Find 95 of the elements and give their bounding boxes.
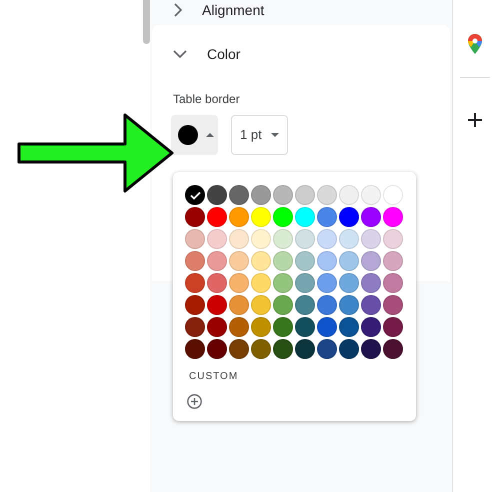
color-swatch[interactable] bbox=[185, 317, 205, 337]
color-swatch[interactable] bbox=[229, 185, 249, 205]
color-swatch[interactable] bbox=[339, 207, 359, 227]
color-swatch[interactable] bbox=[339, 273, 359, 293]
map-pin-icon[interactable] bbox=[468, 34, 482, 54]
field-label: Table border bbox=[173, 92, 241, 106]
color-swatch[interactable] bbox=[229, 339, 249, 359]
color-swatch[interactable] bbox=[317, 229, 337, 249]
color-swatch[interactable] bbox=[295, 185, 315, 205]
color-swatch[interactable] bbox=[361, 229, 381, 249]
color-swatch[interactable] bbox=[383, 273, 403, 293]
color-swatch[interactable] bbox=[207, 229, 227, 249]
color-swatch[interactable] bbox=[185, 207, 205, 227]
color-swatch[interactable] bbox=[273, 207, 293, 227]
section-title[interactable]: Alignment bbox=[202, 2, 264, 18]
color-swatch[interactable] bbox=[251, 317, 271, 337]
color-swatch[interactable] bbox=[229, 317, 249, 337]
color-swatch[interactable] bbox=[295, 229, 315, 249]
color-swatch[interactable] bbox=[185, 251, 205, 271]
color-swatch[interactable] bbox=[295, 251, 315, 271]
color-swatch[interactable] bbox=[207, 273, 227, 293]
color-swatch[interactable] bbox=[273, 251, 293, 271]
color-swatch[interactable] bbox=[383, 207, 403, 227]
color-swatch[interactable] bbox=[185, 295, 205, 315]
color-swatch[interactable] bbox=[383, 251, 403, 271]
color-swatch[interactable] bbox=[273, 185, 293, 205]
color-swatch[interactable] bbox=[361, 207, 381, 227]
color-swatch[interactable] bbox=[229, 295, 249, 315]
color-swatch[interactable] bbox=[339, 229, 359, 249]
color-swatch[interactable] bbox=[185, 339, 205, 359]
color-swatch[interactable] bbox=[361, 339, 381, 359]
color-swatch[interactable] bbox=[383, 339, 403, 359]
color-swatch[interactable] bbox=[273, 273, 293, 293]
color-swatch[interactable] bbox=[207, 207, 227, 227]
color-swatch[interactable] bbox=[295, 207, 315, 227]
color-swatch[interactable] bbox=[339, 251, 359, 271]
color-swatch[interactable] bbox=[251, 339, 271, 359]
color-swatch[interactable] bbox=[185, 185, 205, 205]
color-swatch[interactable] bbox=[361, 185, 381, 205]
caret-up-icon bbox=[206, 133, 214, 137]
color-swatch[interactable] bbox=[317, 339, 337, 359]
color-swatch[interactable] bbox=[339, 317, 359, 337]
color-swatch[interactable] bbox=[251, 185, 271, 205]
color-swatch[interactable] bbox=[317, 207, 337, 227]
scrollbar-thumb[interactable] bbox=[143, 0, 150, 44]
color-swatch[interactable] bbox=[185, 229, 205, 249]
color-swatch[interactable] bbox=[361, 295, 381, 315]
color-swatch[interactable] bbox=[295, 273, 315, 293]
color-swatch[interactable] bbox=[361, 317, 381, 337]
color-swatch[interactable] bbox=[317, 295, 337, 315]
color-swatch[interactable] bbox=[207, 295, 227, 315]
color-swatch[interactable] bbox=[383, 229, 403, 249]
color-swatch[interactable] bbox=[251, 251, 271, 271]
color-swatch[interactable] bbox=[229, 229, 249, 249]
color-swatch[interactable] bbox=[229, 251, 249, 271]
color-swatch[interactable] bbox=[207, 185, 227, 205]
color-swatch[interactable] bbox=[383, 295, 403, 315]
plus-icon[interactable] bbox=[468, 113, 482, 127]
add-custom-color-icon[interactable] bbox=[187, 394, 202, 409]
caret-down-icon bbox=[270, 133, 279, 137]
color-swatch[interactable] bbox=[251, 207, 271, 227]
color-swatch[interactable] bbox=[339, 185, 359, 205]
section-title[interactable]: Color bbox=[207, 46, 240, 62]
border-width-dropdown[interactable]: 1 pt bbox=[231, 115, 288, 155]
color-swatch[interactable] bbox=[207, 339, 227, 359]
color-swatch[interactable] bbox=[295, 339, 315, 359]
border-color-button[interactable] bbox=[171, 115, 218, 155]
color-swatch[interactable] bbox=[295, 295, 315, 315]
color-swatch[interactable] bbox=[251, 229, 271, 249]
color-swatch[interactable] bbox=[361, 251, 381, 271]
chevron-down-icon[interactable] bbox=[173, 50, 187, 58]
color-swatch[interactable] bbox=[273, 295, 293, 315]
color-swatch[interactable] bbox=[251, 295, 271, 315]
chevron-right-icon[interactable] bbox=[174, 3, 182, 17]
color-swatch[interactable] bbox=[185, 273, 205, 293]
color-swatch[interactable] bbox=[339, 339, 359, 359]
color-swatch[interactable] bbox=[317, 251, 337, 271]
color-swatch[interactable] bbox=[273, 229, 293, 249]
color-swatch[interactable] bbox=[317, 273, 337, 293]
color-swatch[interactable] bbox=[317, 317, 337, 337]
color-swatch[interactable] bbox=[273, 339, 293, 359]
color-swatch[interactable] bbox=[229, 207, 249, 227]
color-swatch[interactable] bbox=[317, 185, 337, 205]
color-swatch[interactable] bbox=[383, 317, 403, 337]
color-swatch[interactable] bbox=[273, 317, 293, 337]
color-swatch[interactable] bbox=[361, 273, 381, 293]
color-swatch[interactable] bbox=[207, 317, 227, 337]
color-swatch[interactable] bbox=[251, 273, 271, 293]
color-swatch[interactable] bbox=[383, 185, 403, 205]
color-swatch[interactable] bbox=[207, 251, 227, 271]
color-swatch[interactable] bbox=[229, 273, 249, 293]
checkmark-icon bbox=[190, 190, 200, 200]
custom-label: CUSTOM bbox=[189, 371, 240, 383]
color-swatch[interactable] bbox=[339, 295, 359, 315]
color-swatch[interactable] bbox=[295, 317, 315, 337]
